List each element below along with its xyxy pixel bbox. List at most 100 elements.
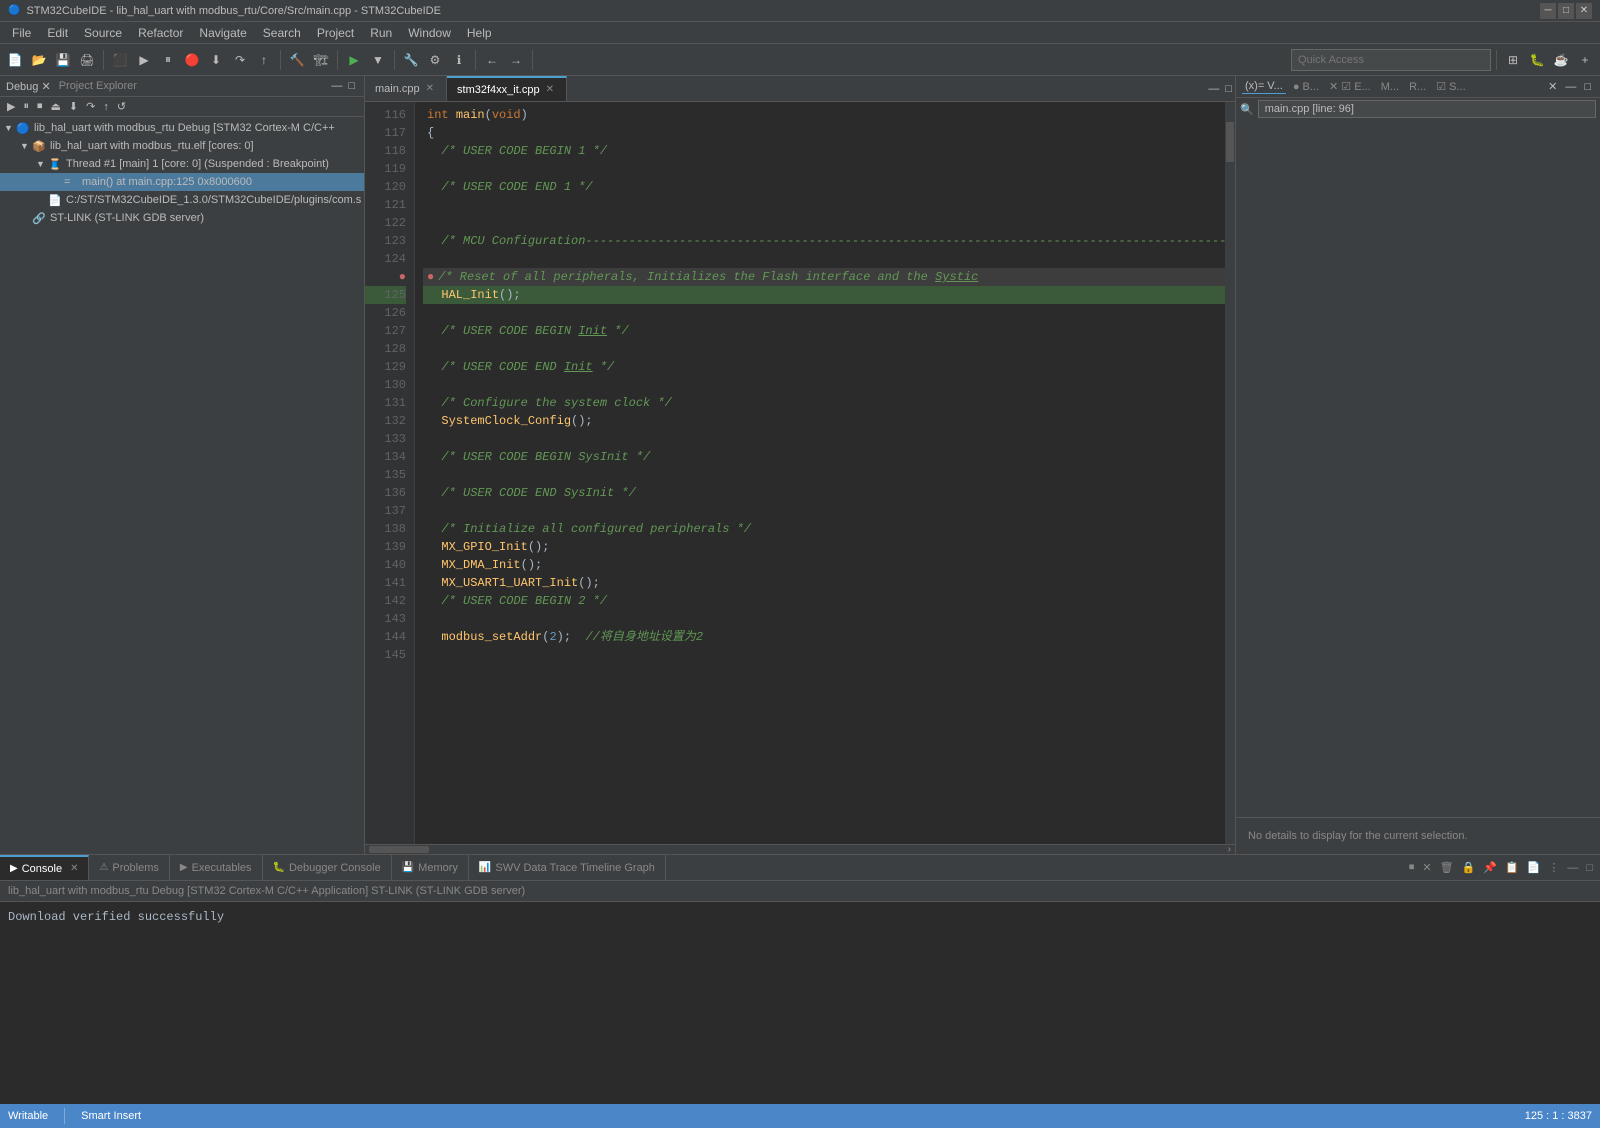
tab-memory[interactable]: 💾 Memory bbox=[392, 855, 469, 880]
bottom-minimize[interactable]: — bbox=[1564, 861, 1581, 875]
tb-debug-persp[interactable]: 🐛 bbox=[1526, 49, 1548, 71]
menu-file[interactable]: File bbox=[4, 24, 39, 42]
rp-tab-modules[interactable]: M... bbox=[1378, 80, 1402, 94]
tb-step-return[interactable]: ↑ bbox=[253, 49, 275, 71]
rp-tab-registers[interactable]: R... bbox=[1406, 80, 1429, 94]
debug-step-over[interactable]: ↷ bbox=[83, 99, 98, 114]
rp-maximize[interactable]: □ bbox=[1581, 79, 1594, 94]
tb-open[interactable]: 📂 bbox=[28, 49, 50, 71]
menu-run[interactable]: Run bbox=[362, 24, 400, 42]
tb-suspend[interactable]: ⏸ bbox=[157, 49, 179, 71]
menu-source[interactable]: Source bbox=[76, 24, 130, 42]
code-line: /* USER CODE BEGIN 1 */ bbox=[423, 142, 1235, 160]
tb-new[interactable]: 📄 bbox=[4, 49, 26, 71]
tb-ext1[interactable]: 🔧 bbox=[400, 49, 422, 71]
menu-navigate[interactable]: Navigate bbox=[191, 24, 254, 42]
tab-close[interactable]: ✕ bbox=[70, 863, 78, 874]
tab-swv[interactable]: 📊 SWV Data Trace Timeline Graph bbox=[469, 855, 666, 880]
tb-print[interactable]: 🖨 bbox=[76, 49, 98, 71]
tb-build-all[interactable]: 🏗 bbox=[310, 49, 332, 71]
debug-step-return[interactable]: ↑ bbox=[100, 100, 112, 114]
tb-more-persp[interactable]: + bbox=[1574, 49, 1596, 71]
tree-label: lib_hal_uart with modbus_rtu Debug [STM3… bbox=[34, 122, 335, 134]
menu-window[interactable]: Window bbox=[400, 24, 459, 42]
tab-executables[interactable]: ▶ Executables bbox=[170, 855, 263, 880]
tb-save[interactable]: 💾 bbox=[52, 49, 74, 71]
debug-step-into[interactable]: ⬇ bbox=[66, 99, 81, 114]
tree-stlink[interactable]: 🔗 ST-LINK (ST-LINK GDB server) bbox=[0, 209, 364, 227]
rp-tab-breakpoints[interactable]: ● B... bbox=[1290, 80, 1322, 94]
tree-debug-session[interactable]: ▼ 🔵 lib_hal_uart with modbus_rtu Debug [… bbox=[0, 119, 364, 137]
panel-maximize-btn[interactable]: □ bbox=[345, 79, 358, 93]
tb-java-persp[interactable]: ☕ bbox=[1550, 49, 1572, 71]
tb-back[interactable]: ← bbox=[481, 49, 503, 71]
main-area: Debug ✕ Project Explorer — □ ▶ ⏸ ⏹ ⏏ ⬇ ↷… bbox=[0, 76, 1600, 854]
debug-tab[interactable]: Debug ✕ bbox=[6, 80, 51, 93]
console-more[interactable]: ⋮ bbox=[1545, 860, 1562, 875]
tree-thread[interactable]: ▼ 🧵 Thread #1 [main] 1 [core: 0] (Suspen… bbox=[0, 155, 364, 173]
rp-tab-expressions[interactable]: ✕ ☑ E... bbox=[1326, 79, 1374, 94]
minimize-button[interactable]: ─ bbox=[1540, 3, 1556, 19]
tb-run-config[interactable]: ▼ bbox=[367, 49, 389, 71]
tree-plugin[interactable]: 📄 C:/ST/STM32CubeIDE_1.3.0/STM32CubeIDE/… bbox=[0, 191, 364, 209]
rp-tab-signals[interactable]: ☑ S... bbox=[1433, 79, 1468, 94]
tb-build[interactable]: 🔨 bbox=[286, 49, 308, 71]
tb-run-debug[interactable]: ▶ bbox=[133, 49, 155, 71]
editor-maximize[interactable]: □ bbox=[1222, 76, 1235, 101]
menu-search[interactable]: Search bbox=[255, 24, 309, 42]
tab-problems[interactable]: ⚠ Problems bbox=[89, 855, 169, 880]
debug-terminate-relaunch[interactable]: ⏏ bbox=[47, 99, 63, 114]
console-clear[interactable]: 🗑 bbox=[1437, 860, 1457, 875]
debug-drop-frame[interactable]: ↺ bbox=[114, 99, 129, 114]
tb-ext2[interactable]: ⚙ bbox=[424, 49, 446, 71]
hscroll-right[interactable]: › bbox=[1228, 844, 1231, 854]
rp-tab-variables[interactable]: (x)= V... bbox=[1242, 79, 1286, 94]
tab-console[interactable]: ▶ Console ✕ bbox=[0, 855, 89, 880]
debug-terminate[interactable]: ⏹ bbox=[34, 99, 46, 114]
console-paste[interactable]: 📄 bbox=[1524, 860, 1544, 875]
console-stop[interactable]: ⏹ bbox=[1406, 860, 1418, 875]
menu-project[interactable]: Project bbox=[309, 24, 362, 42]
rp-minimize[interactable]: — bbox=[1562, 79, 1579, 94]
menu-edit[interactable]: Edit bbox=[39, 24, 76, 42]
tree-elf[interactable]: ▼ 📦 lib_hal_uart with modbus_rtu.elf [co… bbox=[0, 137, 364, 155]
tb-run[interactable]: ▶ bbox=[343, 49, 365, 71]
maximize-button[interactable]: □ bbox=[1558, 3, 1574, 19]
code-area[interactable]: int main(void) { /* USER CODE BEGIN 1 */… bbox=[415, 102, 1235, 844]
project-explorer-tab[interactable]: Project Explorer bbox=[59, 80, 329, 92]
tb-step-into[interactable]: ⬇ bbox=[205, 49, 227, 71]
hscroll-thumb[interactable] bbox=[369, 846, 429, 853]
code-line: /* Configure the system clock */ bbox=[423, 394, 1235, 412]
console-copy[interactable]: 📋 bbox=[1502, 860, 1522, 875]
editor-vscrollbar[interactable] bbox=[1225, 102, 1235, 844]
tab-main-cpp[interactable]: main.cpp ✕ bbox=[365, 76, 447, 101]
tree-main-frame[interactable]: = main() at main.cpp:125 0x8000600 bbox=[0, 173, 364, 191]
console-remove[interactable]: ✕ bbox=[1419, 860, 1434, 875]
outline-search-input[interactable] bbox=[1258, 100, 1596, 118]
menu-help[interactable]: Help bbox=[459, 24, 500, 42]
debug-suspend[interactable]: ⏸ bbox=[20, 99, 32, 114]
tab-debugger-console[interactable]: 🐛 Debugger Console bbox=[263, 855, 392, 880]
close-button[interactable]: ✕ bbox=[1576, 3, 1592, 19]
debug-resume[interactable]: ▶ bbox=[4, 99, 18, 114]
tb-terminate[interactable]: 🔴 bbox=[181, 49, 203, 71]
rp-collapse[interactable]: ✕ bbox=[1545, 79, 1560, 94]
menu-refactor[interactable]: Refactor bbox=[130, 24, 191, 42]
tb-debug-mode[interactable]: ⬛ bbox=[109, 49, 131, 71]
quick-access-input[interactable] bbox=[1291, 49, 1491, 71]
bottom-maximize[interactable]: □ bbox=[1583, 861, 1596, 875]
tab-close[interactable]: ✕ bbox=[426, 83, 434, 94]
tb-forward[interactable]: → bbox=[505, 49, 527, 71]
panel-minimize-btn[interactable]: — bbox=[328, 79, 345, 93]
tb-ext3[interactable]: ℹ bbox=[448, 49, 470, 71]
editor-minimize[interactable]: — bbox=[1205, 76, 1222, 101]
console-pin[interactable]: 📌 bbox=[1480, 860, 1500, 875]
tb-step-over[interactable]: ↷ bbox=[229, 49, 251, 71]
vscroll-thumb[interactable] bbox=[1226, 122, 1234, 162]
editor-hscrollbar[interactable]: › bbox=[365, 844, 1235, 854]
code-line bbox=[423, 376, 1235, 394]
console-scroll-lock[interactable]: 🔒 bbox=[1459, 860, 1479, 875]
tab-close[interactable]: ✕ bbox=[546, 84, 554, 95]
tb-perspectives[interactable]: ⊞ bbox=[1502, 49, 1524, 71]
tab-stm32f4xx-it[interactable]: stm32f4xx_it.cpp ✕ bbox=[447, 76, 567, 101]
